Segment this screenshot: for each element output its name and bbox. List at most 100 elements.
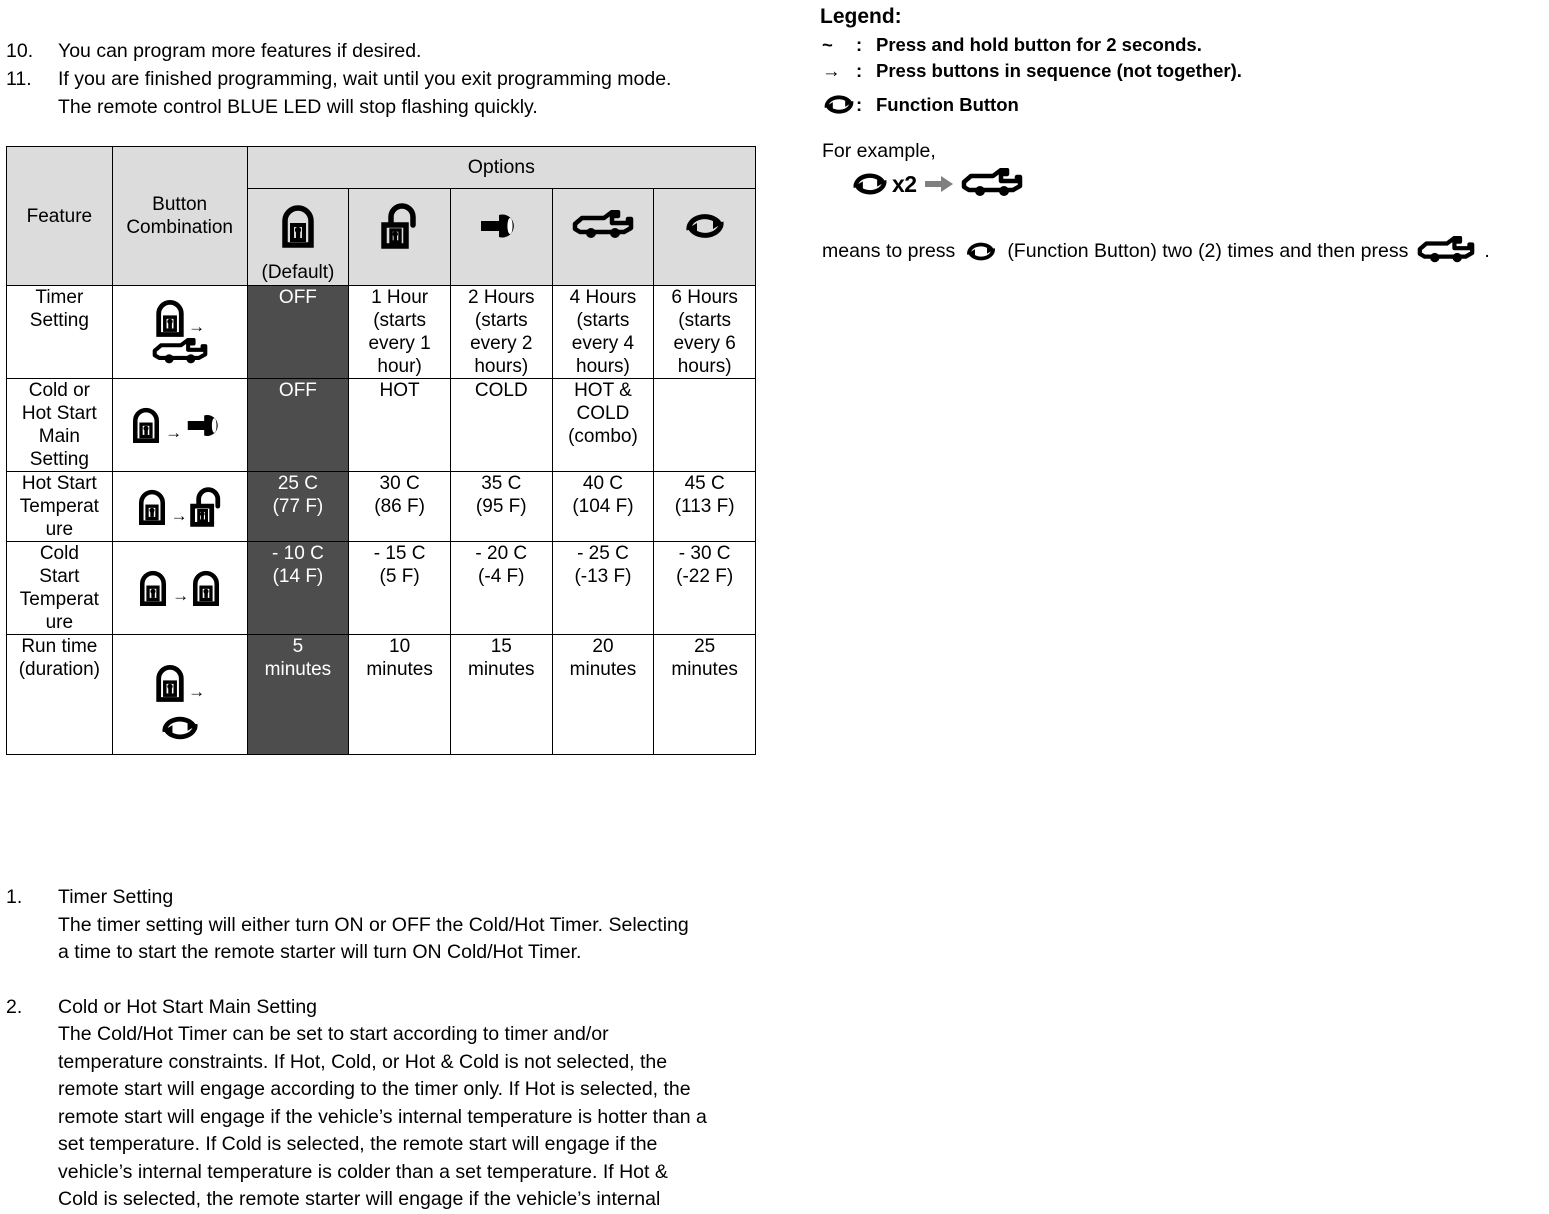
feature-name-cell: Cold Start Temperat ure (6, 541, 113, 635)
function-button-icon (822, 90, 856, 119)
option-line: (starts (474, 310, 528, 331)
option-cell-default: OFF (246, 378, 350, 472)
option-line: 10 (389, 636, 411, 657)
option-line: minutes (671, 659, 738, 680)
option-line: minutes (468, 659, 535, 680)
option-line: COLD (576, 403, 630, 424)
key-icon (477, 189, 525, 263)
feature-line: Setting (29, 449, 89, 470)
option-line: (combo) (568, 426, 638, 447)
legend-text: Function Button (876, 93, 1019, 115)
feature-line: Start (39, 566, 80, 587)
sequence-arrow-icon: → (172, 586, 190, 605)
option-line: hours) (474, 356, 529, 377)
option-line: (14 F) (272, 566, 324, 587)
option-line: (86 F) (374, 496, 425, 517)
feature-line: Run time (21, 636, 98, 657)
option-line: 15 (490, 636, 512, 657)
option-cell: 35 C (95 F) (449, 471, 553, 542)
step-line: vehicle’s internal temperature is colder… (58, 1160, 668, 1183)
feature-line: Temperat (19, 496, 99, 517)
option-cell-default: 25 C (77 F) (246, 471, 350, 542)
means-text-part1: means to press (822, 240, 956, 262)
legend-entries: ~ : Press and hold button for 2 seconds.… (822, 32, 1522, 119)
car-icon (1417, 236, 1475, 266)
step-line: Cold is selected, the remote starter wil… (58, 1188, 661, 1210)
option-cell: 1 Hour (starts every 1 hour) (348, 285, 451, 379)
option-line: hour) (377, 356, 422, 377)
feature-line: ure (45, 519, 74, 540)
option-cell: 45 C (113 F) (653, 471, 756, 542)
sequence-arrow-icon: → (188, 316, 206, 336)
car-icon (961, 168, 1023, 200)
option-line: (77 F) (272, 496, 324, 517)
step-line: The Cold/Hot Timer can be set to start a… (58, 1023, 609, 1045)
option-header-car (551, 188, 655, 286)
option-line: (starts (678, 310, 732, 331)
option-line: (starts (576, 310, 630, 331)
arrow-right-symbol: → (822, 60, 841, 81)
legend-colon: : (856, 34, 863, 55)
legend-entry-hold: ~ : Press and hold button for 2 seconds. (822, 32, 1522, 58)
example-sequence-graphic: x2 (850, 168, 1023, 200)
list-item: 10. You can program more features if des… (0, 37, 790, 65)
option-line: 25 C (277, 473, 318, 494)
option-cell: - 25 C (-13 F) (551, 541, 655, 635)
feature-line: Timer (35, 287, 84, 308)
option-line: 25 (694, 636, 716, 657)
option-line: - 25 C (577, 543, 629, 564)
option-cell: - 20 C (-4 F) (449, 541, 553, 635)
lock-icon (131, 406, 161, 444)
feature-name-cell: Hot Start Temperat ure (6, 471, 113, 542)
step-line: remote start will engage according to th… (58, 1078, 691, 1100)
column-header-button-combination: Button Combination (111, 146, 248, 286)
sequence-arrow-icon: → (165, 423, 183, 442)
table-row: Run time (duration) → 5 minutes 10 minut… (6, 634, 756, 755)
for-example-label: For example, (822, 140, 936, 162)
step-text: Timer Setting The timer setting will eit… (58, 884, 790, 967)
option-line: every 4 (571, 333, 635, 354)
lock-icon (280, 189, 316, 263)
feature-line: Hot Start (21, 473, 97, 494)
top-instruction-steps: 10. You can program more features if des… (0, 37, 790, 121)
function-button-icon (683, 189, 727, 263)
option-line: 5 (292, 636, 304, 657)
option-line: 45 C (684, 473, 725, 494)
option-line: minutes (569, 659, 637, 680)
step-text: If you are finished programming, wait un… (58, 65, 790, 121)
tilde-symbol: ~ (822, 34, 833, 55)
lock-icon (137, 488, 167, 526)
feature-name-cell: Run time (duration) (6, 634, 113, 755)
feature-line: ure (45, 612, 74, 633)
means-text-part3: . (1484, 240, 1490, 262)
option-cell: - 30 C (-22 F) (653, 541, 756, 635)
step-line: temperature constraints. If Hot, Cold, o… (58, 1050, 668, 1073)
option-line: every 2 (470, 333, 533, 354)
feature-line: Cold or (28, 380, 90, 401)
option-line: 2 Hours (468, 287, 535, 308)
option-cell: 30 C (86 F) (348, 471, 451, 542)
option-line: (104 F) (572, 496, 634, 517)
option-cell: 4 Hours (starts every 4 hours) (551, 285, 655, 379)
option-line: 20 (592, 636, 614, 657)
step-line: You can program more features if desired… (58, 40, 422, 62)
option-line: (95 F) (475, 496, 527, 517)
option-cell: HOT & COLD (combo) (551, 378, 655, 472)
option-cell: - 15 C (5 F) (348, 541, 451, 635)
option-line: 1 Hour (371, 287, 429, 308)
step-line: a time to start the remote starter will … (58, 941, 582, 963)
legend-entry-function-button: : Function Button (822, 90, 1522, 119)
option-line: 40 C (582, 473, 624, 494)
option-cell-default: - 10 C (14 F) (246, 541, 350, 635)
step-text: You can program more features if desired… (58, 37, 790, 65)
option-cell: 10 minutes (348, 634, 451, 755)
option-line: every 6 (673, 333, 736, 354)
option-cell: HOT (348, 378, 451, 472)
option-header-key (449, 188, 553, 286)
option-line: (-22 F) (676, 566, 734, 587)
option-cell: 2 Hours (starts every 2 hours) (449, 285, 553, 379)
feature-line: (duration) (18, 659, 101, 680)
feature-line: Cold (39, 543, 79, 564)
option-line: hours) (677, 356, 732, 377)
option-line: 6 Hours (671, 287, 738, 308)
